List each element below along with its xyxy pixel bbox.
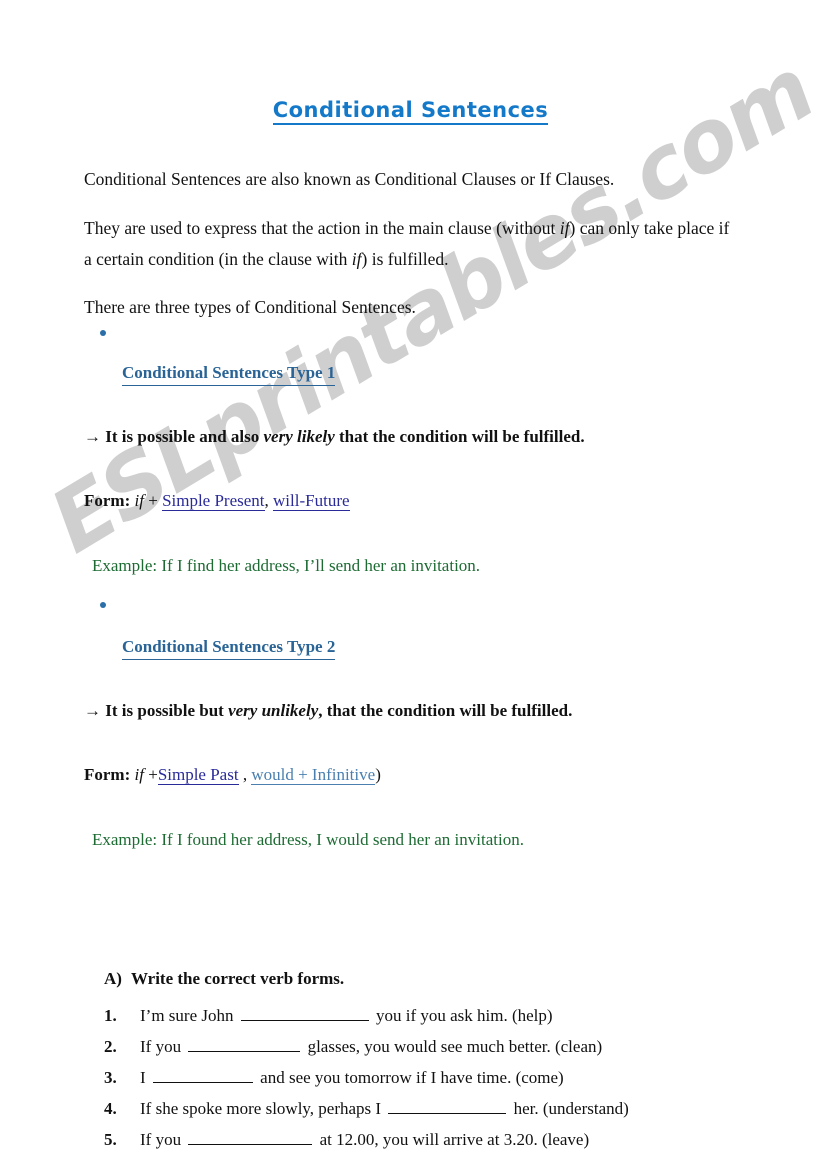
page-title: Conditional Sentences xyxy=(0,0,821,125)
intro-paragraph-3: There are three types of Conditional Sen… xyxy=(84,297,416,317)
type-1-desc-b: that the condition will be fulfilled. xyxy=(334,427,585,446)
bullet-dot-icon xyxy=(100,330,106,336)
worksheet-page: ESLprintables.com Conditional Sentences … xyxy=(0,0,821,1161)
exercise-item-number: 5. xyxy=(104,1130,117,1149)
exercise-letter: A) xyxy=(104,969,122,988)
link-would-infinitive[interactable]: would + Infinitive xyxy=(251,765,376,785)
exercise-item-number: 6. xyxy=(104,1155,134,1161)
type-2-example: Example: If I found her address, I would… xyxy=(92,830,524,849)
answer-blank[interactable] xyxy=(240,1006,369,1021)
type-2-desc-emphasis: very unlikely xyxy=(228,701,319,720)
type-2-desc-a: It is possible but xyxy=(105,701,229,720)
type-2-form-label: Form: xyxy=(84,765,131,784)
type-1-desc-emphasis: very likely xyxy=(263,427,335,446)
exercise-list: 1. I’m sure John you if you ask him. (hel… xyxy=(0,991,821,1161)
type-1-form: Form: if + Simple Present, will-Future xyxy=(0,466,821,513)
bullet-dot-icon xyxy=(100,602,106,608)
exercise-item: 2. If you glasses, you would see much bet… xyxy=(0,1031,821,1062)
intro2-part-c: ) is fulfilled. xyxy=(361,249,449,269)
answer-blank[interactable] xyxy=(188,1130,313,1145)
exercise-item-text-before: If you xyxy=(140,1037,182,1056)
intro2-if-2: if xyxy=(351,249,362,269)
exercise-heading: A) Write the correct verb forms. xyxy=(0,869,821,991)
exercise-item-text-after: at 12.00, you will arrive at 3.20. (leav… xyxy=(319,1130,590,1149)
type-2-form: Form: if +Simple Past , would + Infiniti… xyxy=(0,740,821,787)
document-content: Conditional Sentences Conditional Senten… xyxy=(0,0,821,1161)
exercise-item: 3. I and see you tomorrow if I have time.… xyxy=(0,1062,821,1093)
type-2-desc-b: , that the condition will be fulfilled. xyxy=(318,701,573,720)
exercise-item-text-before: I xyxy=(140,1068,146,1087)
link-conditional-type-2[interactable]: Conditional Sentences Type 2 xyxy=(122,635,336,660)
exercise-item: 5. If you at 12.00, you will arrive at 3.… xyxy=(0,1124,821,1155)
answer-blank[interactable] xyxy=(388,1099,507,1114)
intro2-part-a: They are used to express that the action… xyxy=(84,218,560,238)
type-2-form-plus: + xyxy=(148,765,158,784)
type-1-form-if: if xyxy=(134,491,144,510)
page-title-text: Conditional Sentences xyxy=(272,98,549,125)
type-1-example: Example: If I find her address, I’ll sen… xyxy=(92,556,481,575)
exercise-item: 4. If she spoke more slowly, perhaps I he… xyxy=(0,1093,821,1124)
exercise-item: 6.I my car if I needed money. (sell) xyxy=(0,1155,821,1161)
exercise-item-text-after: and see you tomorrow if I have time. (co… xyxy=(260,1068,564,1087)
arrow-right-icon: → xyxy=(84,701,101,720)
type-2-form-if: if xyxy=(134,765,144,784)
type-2-form-sep: , xyxy=(238,765,252,784)
type-1-form-label: Form: xyxy=(84,491,131,510)
arrow-right-icon: → xyxy=(84,427,101,446)
exercise-item-text-before: If you xyxy=(140,1130,182,1149)
exercise-item-number: 2. xyxy=(104,1037,117,1056)
bullet-item-type-2[interactable]: Conditional Sentences Type 2 xyxy=(0,595,821,660)
intro-paragraph-2: They are used to express that the action… xyxy=(0,195,821,275)
type-1-desc-a: It is possible and also xyxy=(105,427,264,446)
link-will-future[interactable]: will-Future xyxy=(273,491,350,511)
exercise-item-text-before: If she spoke more slowly, perhaps I xyxy=(140,1099,382,1118)
exercise-instruction: Write the correct verb forms. xyxy=(130,969,345,988)
link-simple-present[interactable]: Simple Present xyxy=(162,491,265,511)
exercise-item-text-after: glasses, you would see much better. (cle… xyxy=(307,1037,603,1056)
exercise-item-text-after: you if you ask him. (help) xyxy=(375,1006,553,1025)
bullet-item-type-1[interactable]: Conditional Sentences Type 1 xyxy=(0,323,821,386)
type-2-form-tail: ) xyxy=(375,765,381,784)
type-2-description: → It is possible but very unlikely, that… xyxy=(0,677,821,723)
type-1-form-plus: + xyxy=(148,491,163,510)
answer-blank[interactable] xyxy=(152,1068,253,1083)
type-1-form-sep: , xyxy=(264,491,274,510)
exercise-item-text-after: her. (understand) xyxy=(513,1099,629,1118)
exercise-item-number: 1. xyxy=(104,1006,117,1025)
intro-paragraph-1: Conditional Sentences are also known as … xyxy=(84,169,615,189)
exercise-item-number: 3. xyxy=(104,1068,117,1087)
exercise-item-number: 4. xyxy=(104,1099,117,1118)
link-conditional-type-1[interactable]: Conditional Sentences Type 1 xyxy=(122,361,336,386)
link-simple-past[interactable]: Simple Past xyxy=(157,765,239,785)
intro2-if-1: if xyxy=(559,218,570,238)
answer-blank[interactable] xyxy=(188,1037,301,1052)
exercise-item: 1. I’m sure John you if you ask him. (hel… xyxy=(0,1000,821,1031)
exercise-item-text-before: I’m sure John xyxy=(140,1006,234,1025)
type-1-description: → It is possible and also very likely th… xyxy=(0,403,821,449)
